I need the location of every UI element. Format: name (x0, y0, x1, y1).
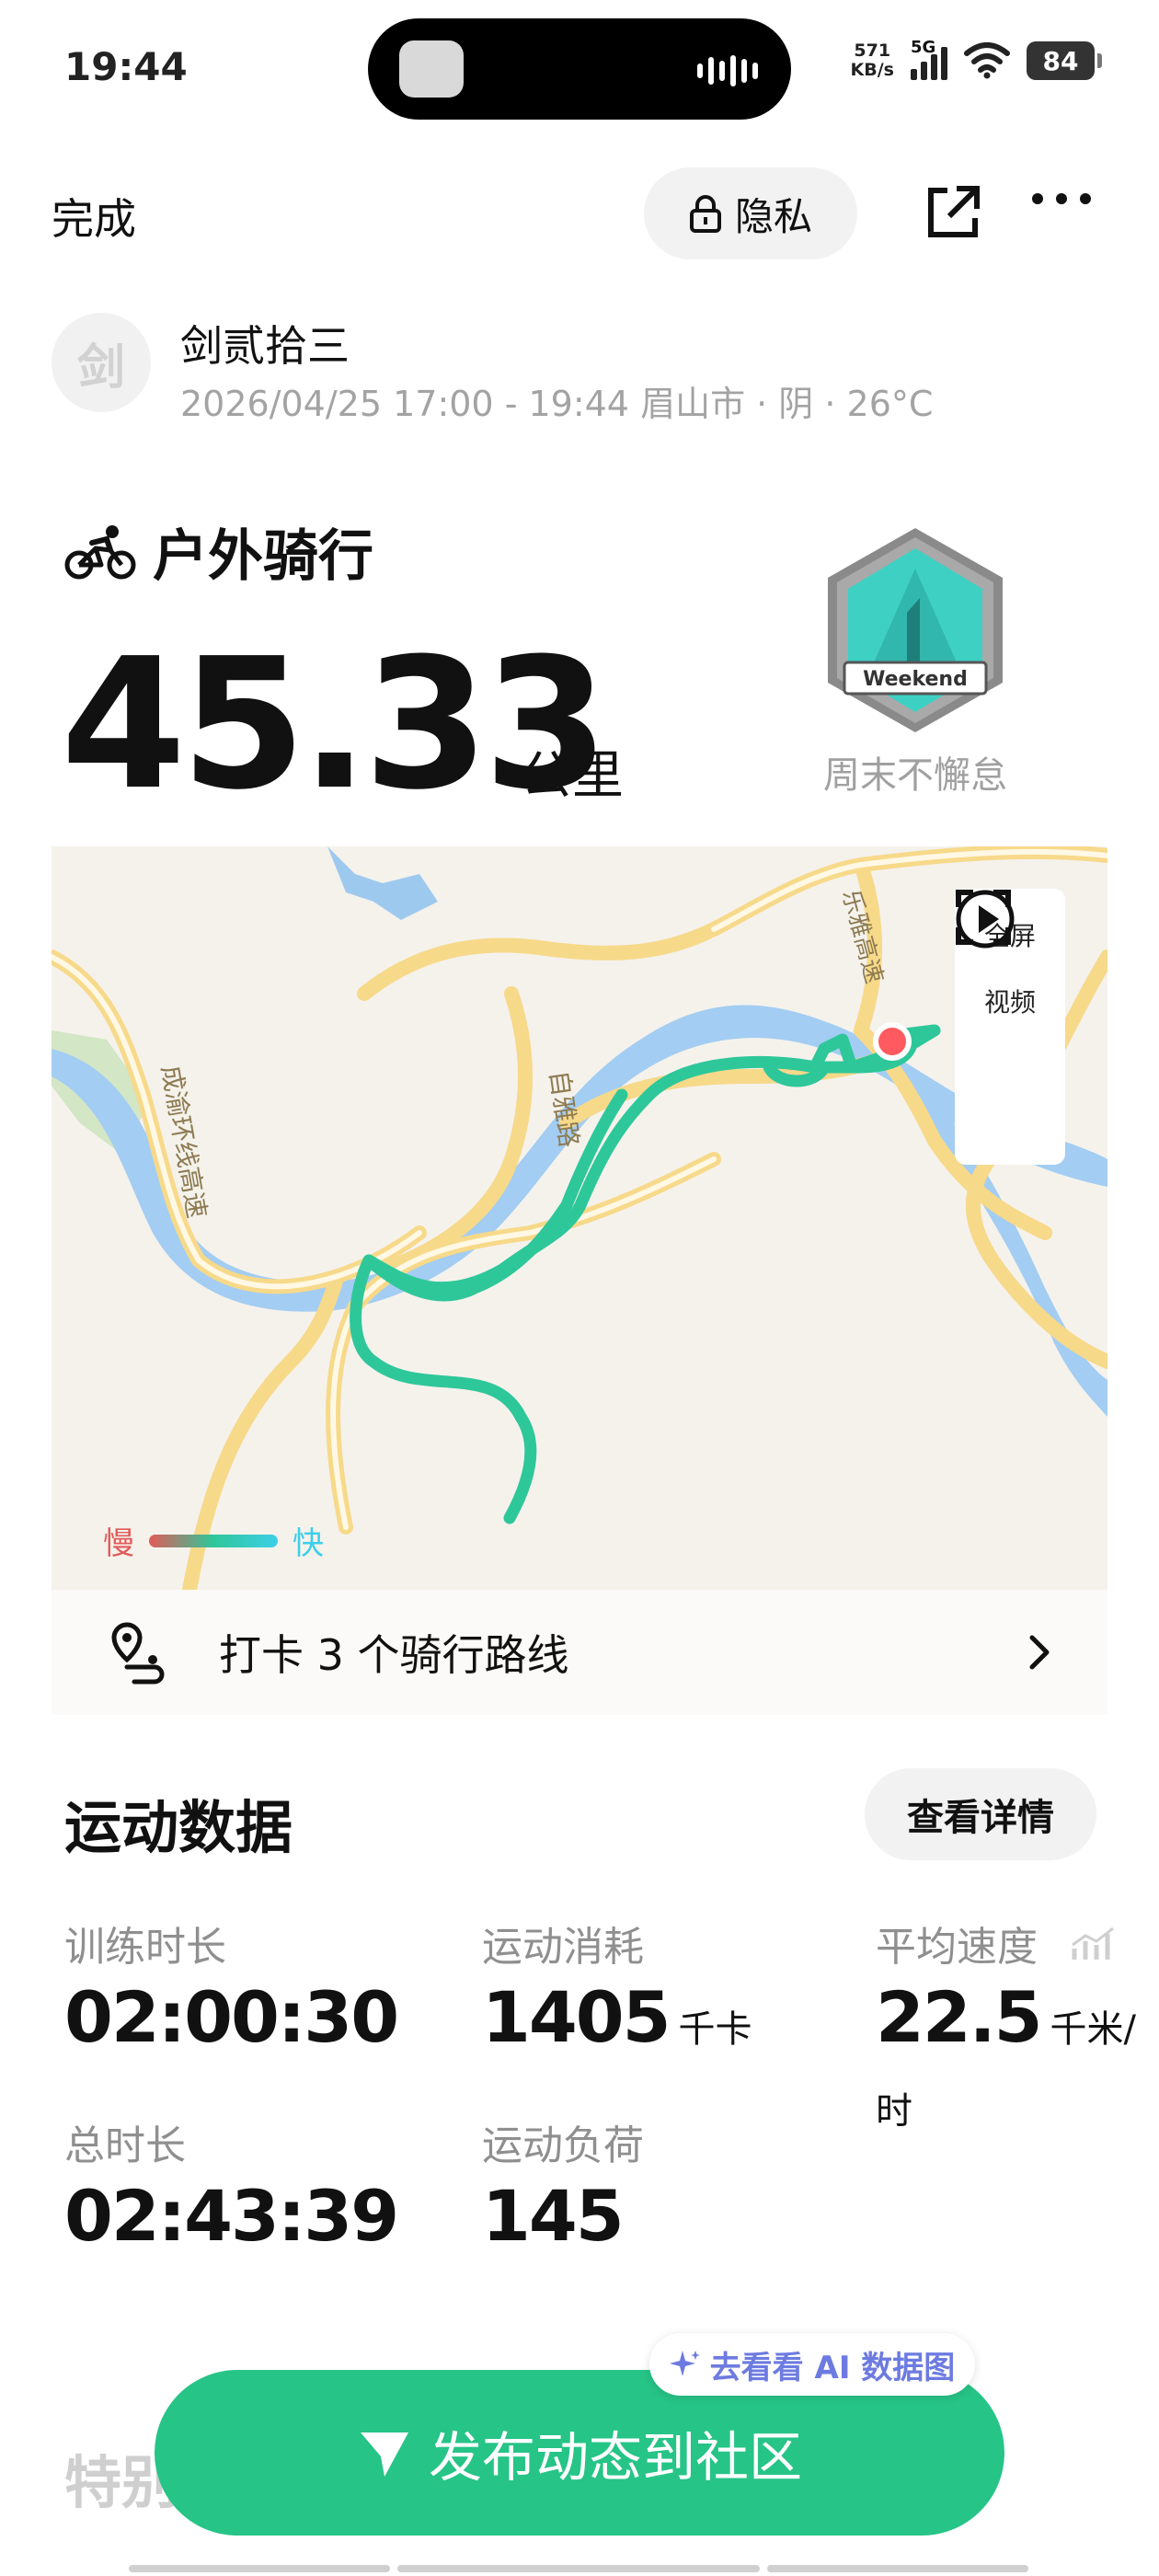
legend-gradient (149, 1534, 278, 1547)
more-dots-icon[interactable] (1032, 193, 1091, 204)
route-end-marker (873, 1022, 912, 1061)
status-icons: 571 KB/s 5G 84 (850, 38, 1102, 80)
map-tools-panel: 全屏 视频 (955, 889, 1065, 1165)
avatar[interactable]: 剑 (52, 313, 151, 412)
sparkle-icon (669, 2351, 700, 2376)
stat-label-avg-speed: 平均速度 (876, 1924, 1038, 1971)
net-speed: 571 KB/s (850, 40, 894, 80)
map-canvas: 成渝环线高速 自雅路 乐雅高速 (52, 846, 1107, 1590)
checkin-text: 打卡 3 个骑行路线 (219, 1630, 569, 1680)
trend-chart-icon[interactable] (1069, 1925, 1117, 1961)
privacy-label: 隐私 (734, 193, 812, 239)
stat-label-training-time: 训练时长 (64, 1924, 226, 1971)
activity-type-label: 户外骑行 (153, 524, 373, 589)
play-video-icon[interactable] (955, 889, 1016, 949)
audio-wave-icon (697, 55, 758, 86)
chevron-right-icon (1029, 1635, 1050, 1670)
ai-chip-label: 去看看 AI 数据图 (709, 2349, 956, 2386)
stat-value-total-time: 02:43:39 (64, 2175, 399, 2257)
done-button[interactable]: 完成 (52, 186, 136, 247)
wifi-icon (964, 42, 1010, 79)
view-details-button[interactable]: 查看详情 (865, 1768, 1096, 1860)
checkin-routes-row[interactable]: 打卡 3 个骑行路线 (52, 1590, 1107, 1715)
legend-slow: 慢 (103, 1525, 134, 1562)
lock-icon (689, 195, 721, 233)
share-external-icon[interactable] (920, 179, 986, 246)
route-pin-icon (111, 1622, 165, 1685)
user-name[interactable]: 剑贰拾三 (180, 313, 350, 374)
ai-data-chart-chip[interactable]: 去看看 AI 数据图 (649, 2333, 975, 2396)
stat-value-training-load: 145 (482, 2175, 625, 2257)
video-label[interactable]: 视频 (984, 983, 1036, 1019)
island-app-icon (399, 40, 464, 98)
legend-fast: 快 (293, 1525, 324, 1562)
svg-text:Weekend: Weekend (863, 668, 968, 691)
stat-label-training-load: 运动负荷 (482, 2122, 644, 2169)
publish-label: 发布动态到社区 (428, 2426, 802, 2489)
stat-value-training-time: 02:00:30 (64, 1976, 399, 2058)
activity-type: 户外骑行 (64, 512, 373, 592)
activity-meta: 2026/04/25 17:00 - 19:44 眉山市 · 阴 · 26°C (180, 384, 934, 424)
cycling-icon (64, 524, 136, 579)
stat-value-calories: 1405 千卡 (482, 1976, 752, 2058)
status-bar: 19:44 571 KB/s 5G 84 (0, 0, 1159, 138)
clock: 19:44 (64, 44, 188, 89)
stat-label-calories: 运动消耗 (482, 1924, 644, 1971)
route-map[interactable]: 成渝环线高速 自雅路 乐雅高速 全屏 视频 慢 快 (52, 846, 1107, 1590)
home-indicator (129, 2565, 1028, 2572)
privacy-button[interactable]: 隐私 (644, 167, 857, 259)
send-arrow-icon (360, 2432, 408, 2477)
speed-legend: 慢 快 (103, 1518, 324, 1563)
distance-unit: 公里 (521, 746, 624, 806)
dynamic-island (368, 18, 791, 120)
battery-indicator: 84 (1027, 41, 1102, 80)
weekend-medal-icon[interactable]: Weekend (819, 524, 1012, 736)
cell-signal-icon: 5G (911, 38, 947, 80)
stat-value-avg-speed: 22.5 千米/时 (876, 1976, 1136, 2133)
stats-title: 运动数据 (64, 1794, 293, 1861)
badge-label: 周末不懈怠 (823, 754, 1007, 797)
stat-label-total-time: 总时长 (64, 2122, 186, 2169)
ride-route (350, 1024, 941, 1524)
